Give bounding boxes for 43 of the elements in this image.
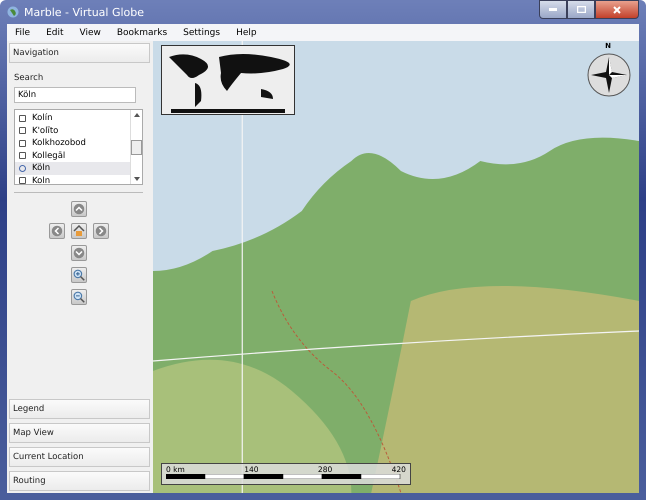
window-title: Marble - Virtual Globe	[24, 6, 144, 18]
scroll-down-icon[interactable]	[134, 177, 140, 181]
globe-icon	[7, 6, 19, 18]
result-item[interactable]: K'olīto	[15, 124, 130, 137]
home-icon	[72, 225, 84, 237]
result-item[interactable]: Kolkhozobod	[15, 137, 130, 150]
zoom-out-icon	[72, 291, 84, 303]
panel-header[interactable]: Legend	[9, 399, 150, 419]
pan-right-button[interactable]	[92, 223, 108, 239]
pan-up-button[interactable]	[70, 201, 86, 217]
minimize-icon	[549, 8, 557, 11]
menu-item[interactable]: Edit	[38, 28, 72, 38]
pan-left-button[interactable]	[48, 223, 64, 239]
world-overview-map[interactable]	[161, 45, 295, 115]
menu-item[interactable]: Help	[228, 28, 265, 38]
panel-header[interactable]: Routing	[9, 471, 150, 491]
zoom-in-button[interactable]	[70, 267, 86, 283]
menu-item[interactable]: View	[72, 28, 109, 38]
pan-down-button[interactable]	[70, 245, 86, 261]
minimize-button[interactable]	[539, 0, 567, 19]
menu-item[interactable]: Settings	[175, 28, 228, 38]
home-button[interactable]	[70, 223, 86, 239]
scroll-thumb[interactable]	[131, 140, 142, 154]
compass-icon	[587, 53, 631, 97]
result-item[interactable]: Kolín	[15, 112, 130, 124]
search-label: Search	[14, 73, 44, 83]
panel-header[interactable]: Map View	[9, 423, 150, 443]
maximize-button[interactable]	[567, 0, 595, 19]
menu-item[interactable]: Bookmarks	[108, 28, 176, 38]
result-item[interactable]: Koln	[15, 174, 130, 184]
result-item[interactable]: Kollegāl	[15, 150, 130, 162]
scrollbar[interactable]	[130, 110, 142, 184]
close-icon	[613, 6, 621, 14]
menu-item[interactable]: File	[7, 28, 38, 38]
result-item[interactable]: Köln	[15, 162, 130, 174]
zoom-in-icon	[72, 269, 84, 281]
panel-header[interactable]: Navigation	[9, 43, 150, 63]
panel-header[interactable]: Current Location	[9, 447, 150, 467]
search-field[interactable]: Köln	[14, 87, 136, 103]
scroll-up-icon[interactable]	[134, 113, 140, 117]
maximize-icon	[576, 6, 586, 13]
zoom-out-button[interactable]	[70, 289, 86, 305]
close-button[interactable]	[595, 0, 639, 19]
